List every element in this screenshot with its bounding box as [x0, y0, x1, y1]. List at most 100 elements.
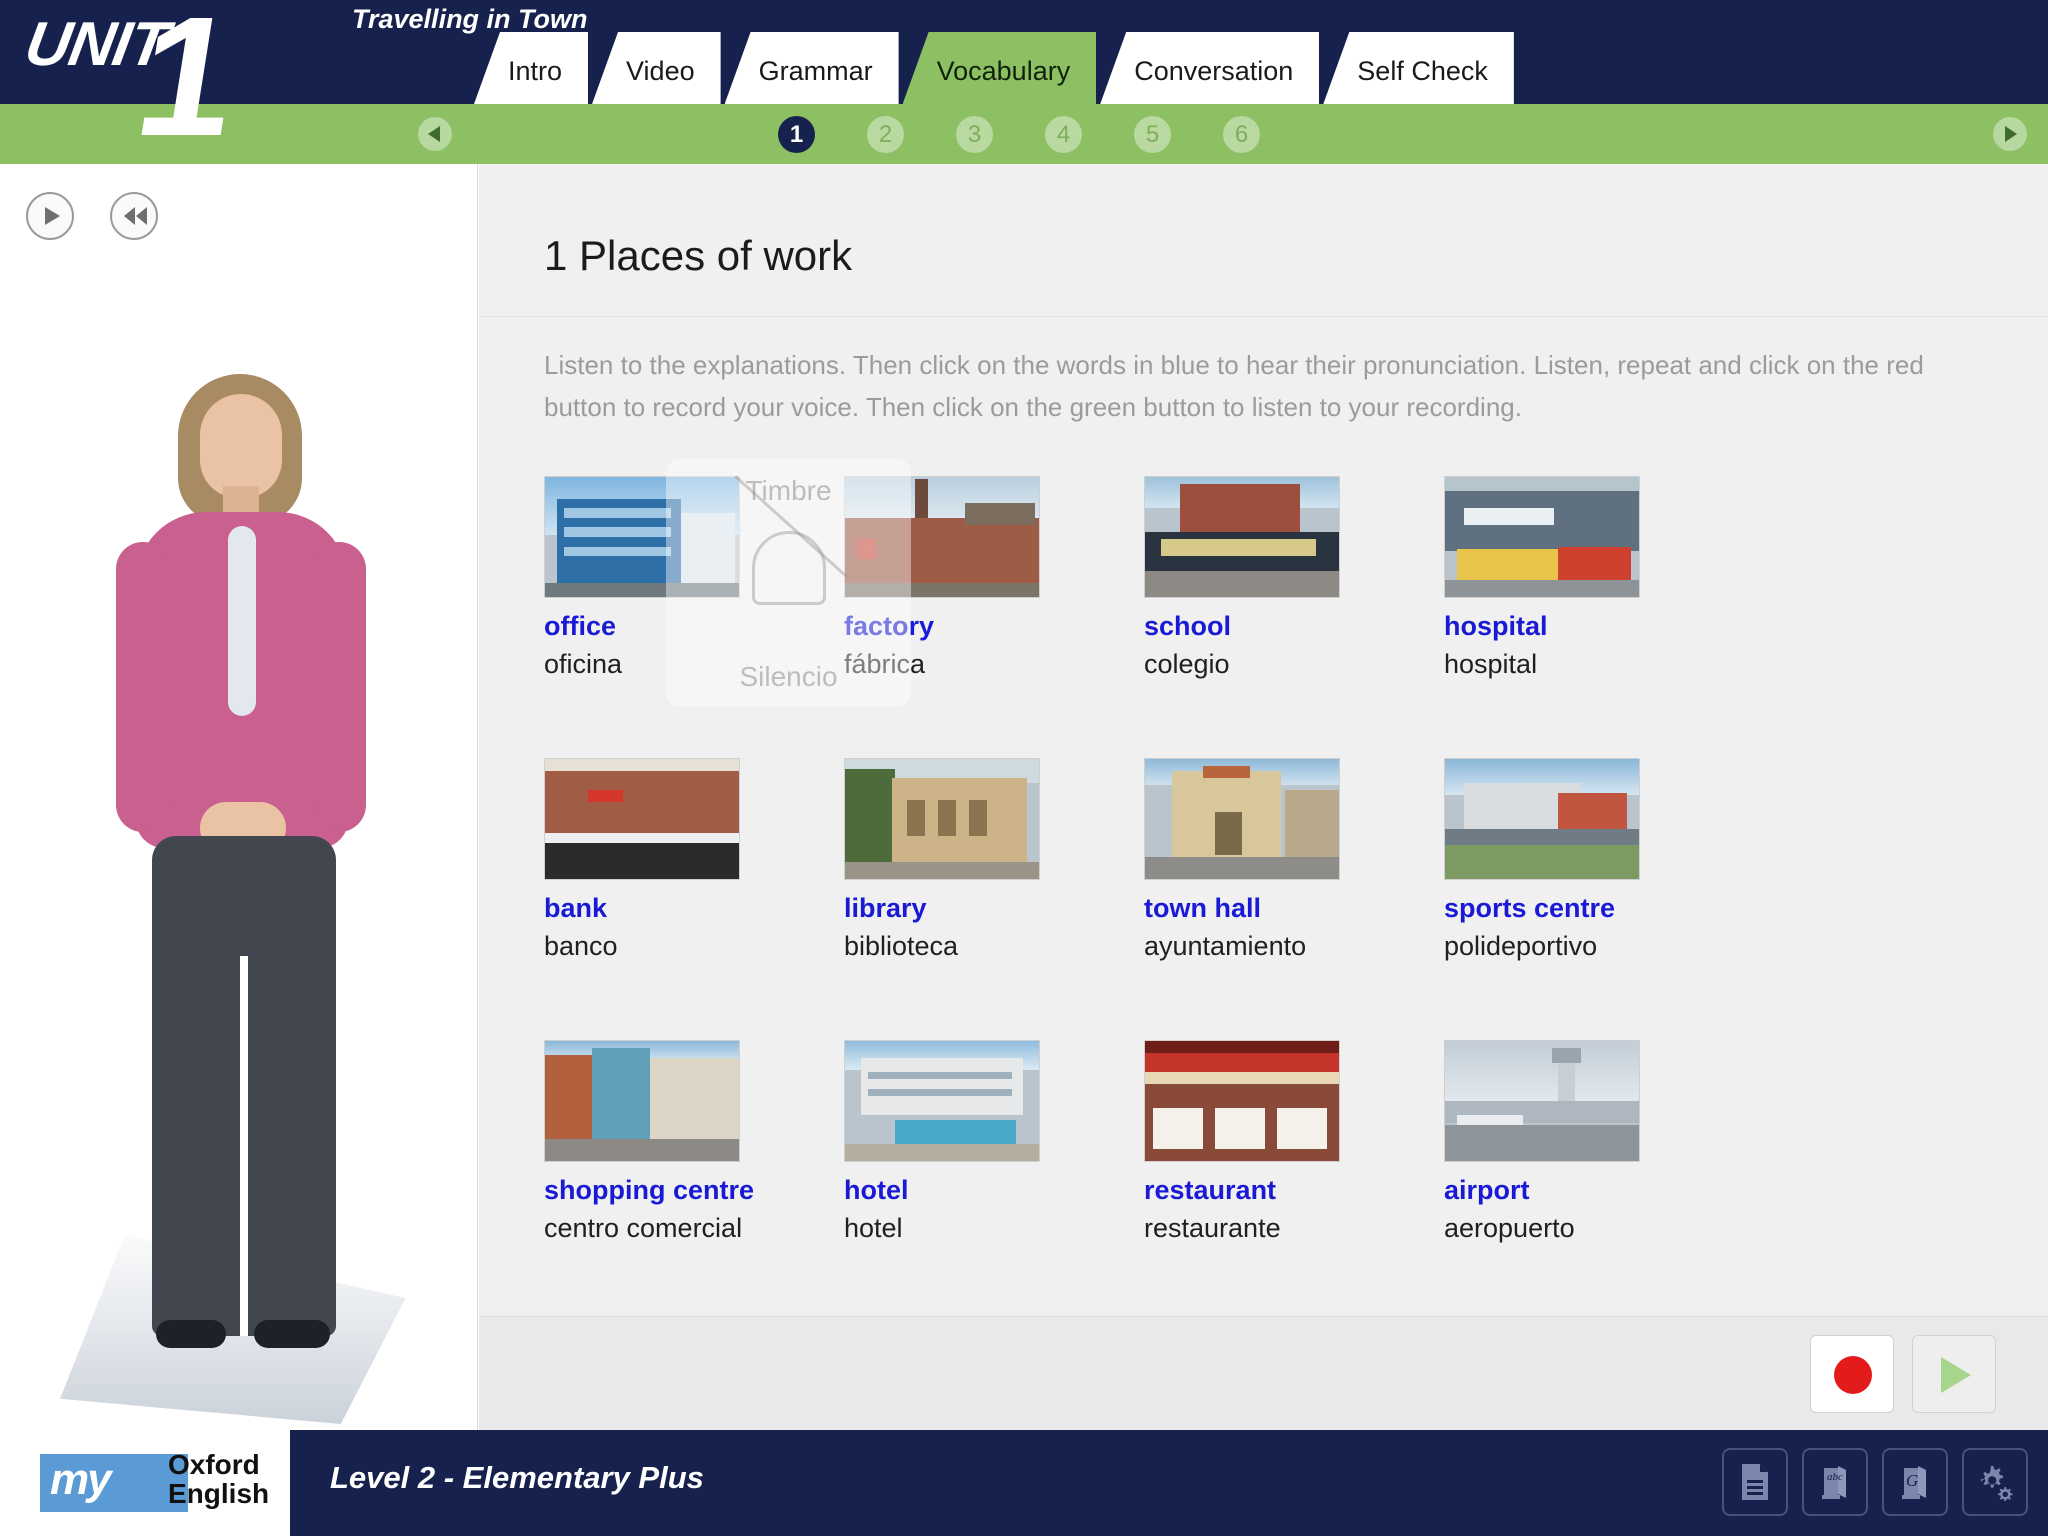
- page-dots: 1 2 3 4 5 6: [778, 116, 1260, 153]
- vocab-word-es-hotel: hotel: [844, 1213, 903, 1243]
- vocab-card-town-hall: town hall ayuntamiento: [1144, 758, 1444, 962]
- page-dot-4[interactable]: 4: [1045, 116, 1082, 153]
- vocab-word-en-restaurant[interactable]: restaurant: [1144, 1175, 1444, 1206]
- tab-grammar[interactable]: Grammar: [724, 32, 899, 104]
- content-panel: 1 Places of work Listen to the explanati…: [479, 164, 2048, 1316]
- vocab-card-hospital: hospital hospital: [1444, 476, 1744, 680]
- vocab-image-library[interactable]: [844, 758, 1040, 880]
- play-triangle-icon: [1941, 1357, 1971, 1393]
- page-title: 1 Places of work: [544, 232, 853, 279]
- vocab-card-sports-centre: sports centre polideportivo: [1444, 758, 1744, 962]
- tab-conversation[interactable]: Conversation: [1100, 32, 1320, 104]
- vocab-image-bank[interactable]: [544, 758, 740, 880]
- vocab-word-es-town-hall: ayuntamiento: [1144, 931, 1307, 961]
- vocab-word-es-shopping-centre: centro comercial: [544, 1213, 743, 1243]
- brand-logo: my Oxford English: [40, 1448, 270, 1518]
- vocab-card-factory: factory fábrica: [844, 476, 1144, 680]
- vocab-word-en-library[interactable]: library: [844, 893, 1144, 924]
- vocab-card-airport: airport aeropuerto: [1444, 1040, 1744, 1244]
- vocab-word-en-airport[interactable]: airport: [1444, 1175, 1744, 1206]
- vocab-word-es-school: colegio: [1144, 649, 1230, 679]
- vocab-word-en-town-hall[interactable]: town hall: [1144, 893, 1444, 924]
- video-play-button[interactable]: [26, 192, 74, 240]
- rewind-icon-second: [136, 207, 147, 225]
- brand-english-label: English: [168, 1478, 270, 1509]
- vocab-word-es-factory: fábrica: [844, 649, 926, 679]
- svg-text:abc: abc: [1827, 1471, 1843, 1483]
- vocab-word-en-sports-centre[interactable]: sports centre: [1444, 893, 1744, 924]
- recording-toolbar: [479, 1316, 2048, 1430]
- settings-button[interactable]: [1962, 1448, 2028, 1516]
- instructions-text: Listen to the explanations. Then click o…: [544, 350, 1924, 422]
- vocab-image-hospital[interactable]: [1444, 476, 1640, 598]
- vocab-word-en-hospital[interactable]: hospital: [1444, 611, 1744, 642]
- vocab-image-town-hall[interactable]: [1144, 758, 1340, 880]
- page-dot-1[interactable]: 1: [778, 116, 815, 153]
- dictionary-abc-icon: abc: [1804, 1450, 1866, 1514]
- chevron-left-icon: [428, 126, 440, 142]
- tab-video-label: Video: [626, 56, 695, 86]
- vocab-word-en-hotel[interactable]: hotel: [844, 1175, 1144, 1206]
- vocab-word-en-shopping-centre[interactable]: shopping centre: [544, 1175, 844, 1206]
- vocab-card-library: library biblioteca: [844, 758, 1144, 962]
- vocab-word-en-bank[interactable]: bank: [544, 893, 844, 924]
- play-icon: [45, 207, 60, 225]
- vocab-word-en-factory[interactable]: factory: [844, 611, 1144, 642]
- level-label: Level 2 - Elementary Plus: [330, 1460, 704, 1495]
- vocab-image-hotel[interactable]: [844, 1040, 1040, 1162]
- tab-vocabulary[interactable]: Vocabulary: [902, 32, 1097, 104]
- tab-video[interactable]: Video: [592, 32, 721, 104]
- video-rewind-button[interactable]: [110, 192, 158, 240]
- chevron-right-icon: [2005, 126, 2017, 142]
- tab-intro[interactable]: Intro: [474, 32, 589, 104]
- tab-vocabulary-label: Vocabulary: [936, 56, 1071, 86]
- presenter-video-figure: [60, 374, 420, 1424]
- vocab-word-en-office[interactable]: office: [544, 611, 844, 642]
- record-button[interactable]: [1810, 1335, 1894, 1413]
- dictionary-button[interactable]: abc: [1802, 1448, 1868, 1516]
- vocab-image-sports-centre[interactable]: [1444, 758, 1640, 880]
- grammar-button[interactable]: G: [1882, 1448, 1948, 1516]
- next-page-button[interactable]: [1993, 117, 2027, 151]
- vocab-word-es-library: biblioteca: [844, 931, 959, 961]
- tab-grammar-label: Grammar: [758, 56, 873, 86]
- rewind-icon: [124, 207, 135, 225]
- page-dot-6[interactable]: 6: [1223, 116, 1260, 153]
- tab-self-check[interactable]: Self Check: [1323, 32, 1514, 104]
- section-tabs: Intro Video Grammar Vocabulary Conversat…: [474, 32, 1518, 104]
- vocab-image-airport[interactable]: [1444, 1040, 1640, 1162]
- vocab-word-es-office: oficina: [544, 649, 623, 679]
- vocab-card-office: office oficina: [544, 476, 844, 680]
- vocab-image-shopping-centre[interactable]: [544, 1040, 740, 1162]
- vocabulary-grid: office oficina factory fábrica school co…: [544, 476, 1974, 1244]
- brand-oxford-label: Oxford: [168, 1449, 260, 1480]
- settings-gears-icon: [1964, 1450, 2026, 1514]
- vocab-image-school[interactable]: [1144, 476, 1340, 598]
- transcript-button[interactable]: [1722, 1448, 1788, 1516]
- vocab-card-school: school colegio: [1144, 476, 1444, 680]
- vocab-word-es-hospital: hospital: [1444, 649, 1538, 679]
- vocab-image-restaurant[interactable]: [1144, 1040, 1340, 1162]
- page-dot-3[interactable]: 3: [956, 116, 993, 153]
- page-dot-5[interactable]: 5: [1134, 116, 1171, 153]
- page-dot-2[interactable]: 2: [867, 116, 904, 153]
- play-recording-button[interactable]: [1912, 1335, 1996, 1413]
- prev-page-button[interactable]: [418, 117, 452, 151]
- vocab-word-es-bank: banco: [544, 931, 618, 961]
- vocab-word-en-school[interactable]: school: [1144, 611, 1444, 642]
- title-divider: [479, 316, 2048, 317]
- tab-conversation-label: Conversation: [1134, 56, 1294, 86]
- brand-my-label: my: [50, 1455, 112, 1504]
- record-circle-icon: [1834, 1356, 1872, 1394]
- page-navigation-bar: 1 2 3 4 5 6: [0, 104, 2048, 164]
- vocab-word-es-restaurant: restaurante: [1144, 1213, 1281, 1243]
- footer-tool-icons: abc G: [1722, 1448, 2028, 1516]
- presenter-panel: [0, 164, 478, 1430]
- vocab-word-es-airport: aeropuerto: [1444, 1213, 1575, 1243]
- vocab-image-factory[interactable]: [844, 476, 1040, 598]
- vocab-card-bank: bank banco: [544, 758, 844, 962]
- grammar-book-icon: G: [1884, 1450, 1946, 1514]
- course-title: Travelling in Town: [352, 4, 588, 34]
- tab-intro-label: Intro: [508, 56, 563, 86]
- vocab-image-office[interactable]: [544, 476, 740, 598]
